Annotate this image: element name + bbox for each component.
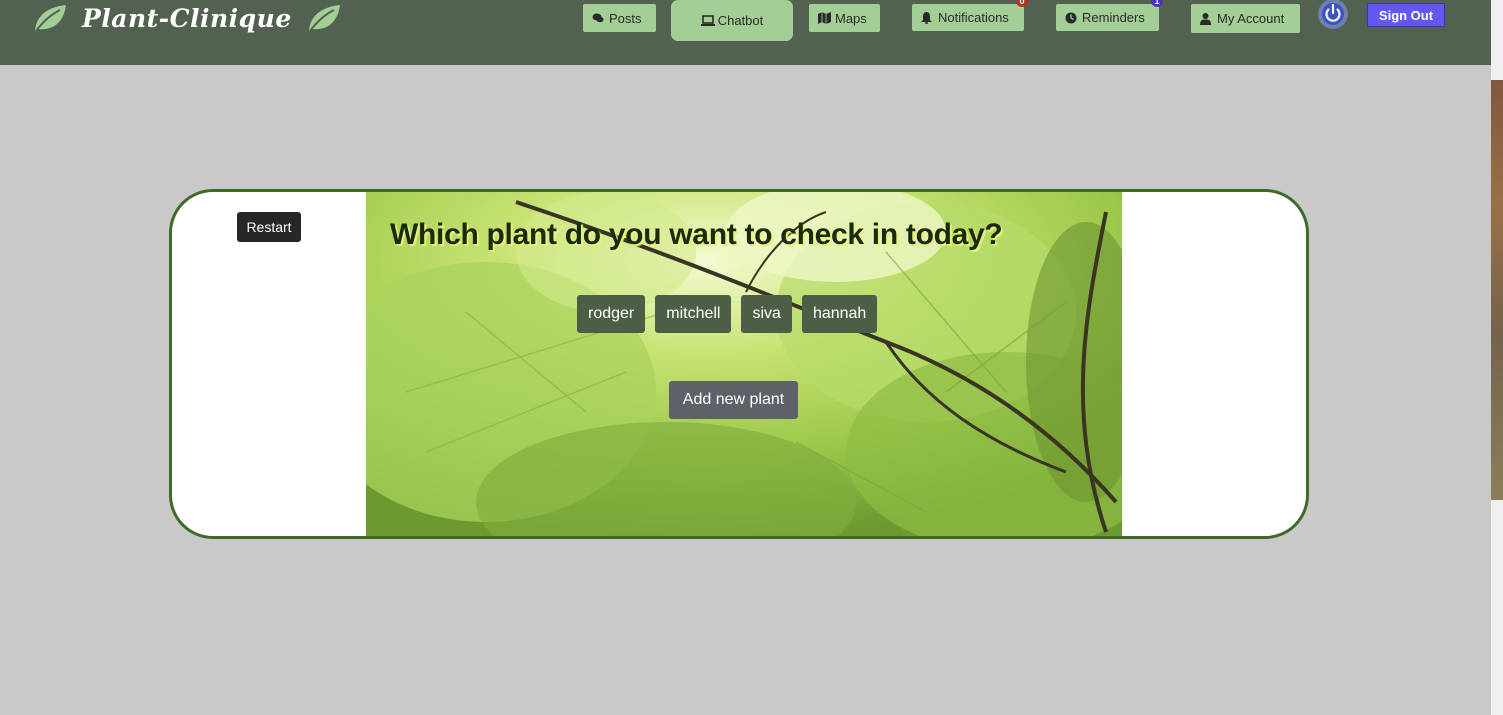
nav-notifications-button[interactable]: Notifications 0: [912, 0, 1028, 31]
plant-option-button[interactable]: mitchell: [655, 295, 732, 333]
comments-icon: [592, 12, 604, 24]
user-icon: [1200, 12, 1212, 25]
bell-icon: [921, 11, 933, 24]
laptop-icon: [700, 14, 715, 27]
nav-notifications-label: Notifications: [938, 10, 1009, 25]
plant-option-button[interactable]: rodger: [577, 295, 646, 333]
restart-button[interactable]: Restart: [237, 212, 301, 242]
nav-posts-label: Posts: [609, 10, 642, 26]
nav-my-account-button[interactable]: My Account: [1191, 4, 1300, 33]
leaf-icon: [306, 3, 342, 33]
chatbot-container: Restart Which plant do you want to check…: [169, 189, 1309, 539]
brand-logo[interactable]: Plant-Clinique: [32, 0, 342, 36]
nav-reminders-label: Reminders: [1082, 10, 1145, 25]
leaf-icon: [32, 3, 68, 33]
nav-maps-label: Maps: [835, 10, 867, 26]
notifications-count-badge: 0: [1016, 0, 1028, 7]
nav-chatbot-label: Chatbot: [717, 13, 764, 28]
chatbot-panel: Which plant do you want to check in toda…: [366, 192, 1122, 536]
plant-option-button[interactable]: hannah: [801, 295, 878, 333]
clock-icon: [1065, 12, 1077, 24]
nav-my-account-label: My Account: [1217, 11, 1285, 26]
reminders-count-badge: 1: [1151, 0, 1163, 7]
add-new-plant-button[interactable]: Add new plant: [669, 381, 798, 419]
map-icon: [818, 12, 831, 24]
power-icon[interactable]: [1316, 0, 1350, 30]
nav-reminders-button[interactable]: Reminders 1: [1056, 0, 1163, 31]
nav-posts-button[interactable]: Posts: [583, 4, 656, 32]
nav-chatbot-button[interactable]: Chatbot: [671, 0, 793, 41]
nav-maps-button[interactable]: Maps: [809, 4, 880, 32]
top-header: Plant-Clinique Posts Chatbot Maps Notifi…: [0, 0, 1491, 65]
plant-option-button[interactable]: siva: [741, 295, 792, 333]
page-scrollbar[interactable]: [1491, 0, 1503, 715]
sign-out-button[interactable]: Sign Out: [1367, 3, 1445, 27]
chatbot-question: Which plant do you want to check in toda…: [390, 218, 1003, 251]
scrollbar-thumb[interactable]: [1491, 80, 1503, 500]
plant-options: rodger mitchell siva hannah: [577, 295, 878, 333]
brand-name: Plant-Clinique: [82, 3, 292, 33]
